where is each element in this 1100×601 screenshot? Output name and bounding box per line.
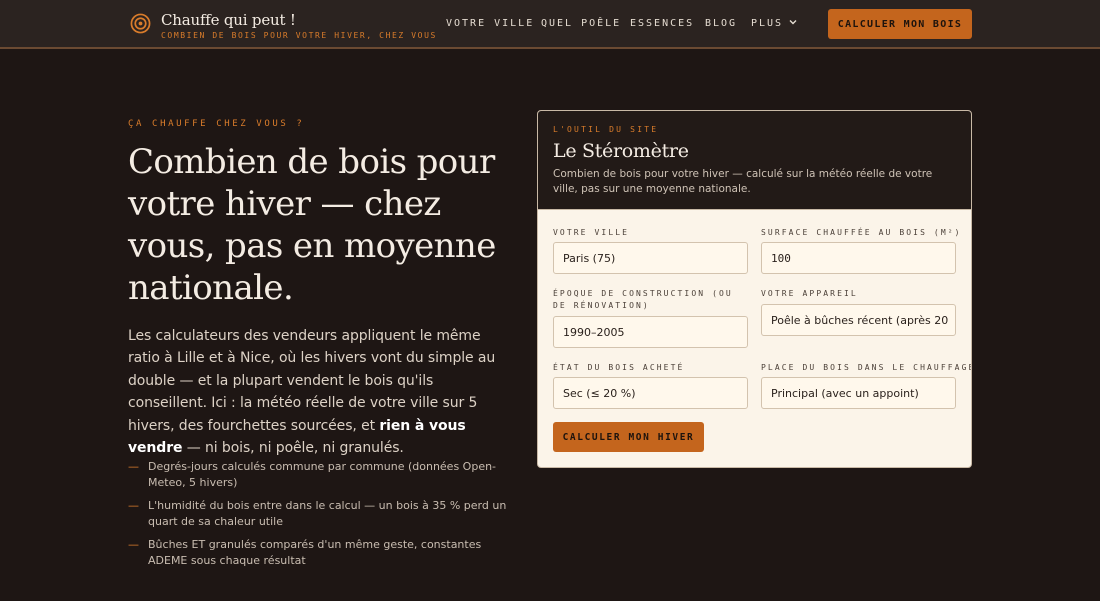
- bullet-dash: —: [128, 460, 139, 473]
- device-select[interactable]: Poêle à bûches récent (après 20: [761, 304, 956, 336]
- calculate-wood-button[interactable]: CALCULER MON BOIS: [828, 9, 972, 39]
- hero-eyebrow: ÇA CHAUFFE CHEZ VOUS ?: [128, 119, 305, 129]
- feature-item: — Bûches ET granulés comparés d'un même g…: [128, 537, 513, 568]
- nav-plus[interactable]: PLUS: [751, 18, 797, 29]
- card-header: L'OUTIL DU SITE Le Stéromètre Combien de…: [538, 111, 971, 210]
- feature-text: Degrés-jours calculés commune par commun…: [148, 460, 497, 489]
- nav-quel-poele[interactable]: QUEL POÊLE: [541, 18, 621, 29]
- era-label: ÉPOQUE DE CONSTRUCTION (OU DE RÉNOVATION…: [553, 289, 733, 310]
- wood-role-select[interactable]: Principal (avec un appoint): [761, 377, 956, 409]
- bullet-dash: —: [128, 538, 139, 551]
- nav-blog[interactable]: BLOG: [705, 18, 737, 29]
- wood-state-select[interactable]: Sec (≤ 20 %): [553, 377, 748, 409]
- feature-item: — L'humidité du bois entre dans le calcul…: [128, 498, 513, 529]
- flame-target-icon[interactable]: [130, 13, 151, 34]
- card-eyebrow: L'OUTIL DU SITE: [553, 125, 659, 134]
- feature-text: Bûches ET granulés comparés d'un même ge…: [148, 538, 482, 567]
- city-label: VOTRE VILLE: [553, 228, 630, 237]
- hero-title: Combien de bois pour votre hiver — chez …: [128, 142, 496, 308]
- surface-label: SURFACE CHAUFFÉE AU BOIS (M²): [761, 228, 962, 237]
- city-input[interactable]: Paris (75): [553, 242, 748, 274]
- nav-plus-label: PLUS: [751, 18, 784, 29]
- feature-item: — Degrés-jours calculés commune par commu…: [128, 459, 513, 490]
- feature-text: L'humidité du bois entre dans le calcul …: [148, 499, 507, 528]
- surface-input[interactable]: 100: [761, 242, 956, 274]
- device-label: VOTRE APPAREIL: [761, 289, 858, 298]
- brand-name[interactable]: Chauffe qui peut !: [161, 11, 296, 29]
- wood-calculator-card: L'OUTIL DU SITE Le Stéromètre Combien de…: [537, 110, 972, 468]
- card-title: Le Stéromètre: [553, 140, 689, 162]
- wood-state-label: ÉTAT DU BOIS ACHETÉ: [553, 363, 685, 372]
- feature-list: — Degrés-jours calculés commune par commu…: [128, 459, 513, 576]
- site-header: Chauffe qui peut ! COMBIEN DE BOIS POUR …: [0, 0, 1100, 49]
- bullet-dash: —: [128, 499, 139, 512]
- card-description: Combien de bois pour votre hiver — calcu…: [553, 168, 933, 195]
- nav-essences[interactable]: ESSENCES: [630, 18, 694, 29]
- wood-role-label: PLACE DU BOIS DANS LE CHAUFFAGE: [761, 363, 972, 372]
- nav-votre-ville[interactable]: VOTRE VILLE: [446, 18, 534, 29]
- era-select[interactable]: 1990–2005: [553, 316, 748, 348]
- chevron-down-icon: [789, 20, 797, 25]
- hero-paragraph: Les calculateurs des vendeurs appliquent…: [128, 325, 516, 459]
- brand-tagline: COMBIEN DE BOIS POUR VOTRE HIVER, CHEZ V…: [161, 31, 437, 40]
- hero-text-part-2: — ni bois, ni poêle, ni granulés.: [182, 440, 404, 457]
- calculate-winter-button[interactable]: CALCULER MON HIVER: [553, 422, 704, 452]
